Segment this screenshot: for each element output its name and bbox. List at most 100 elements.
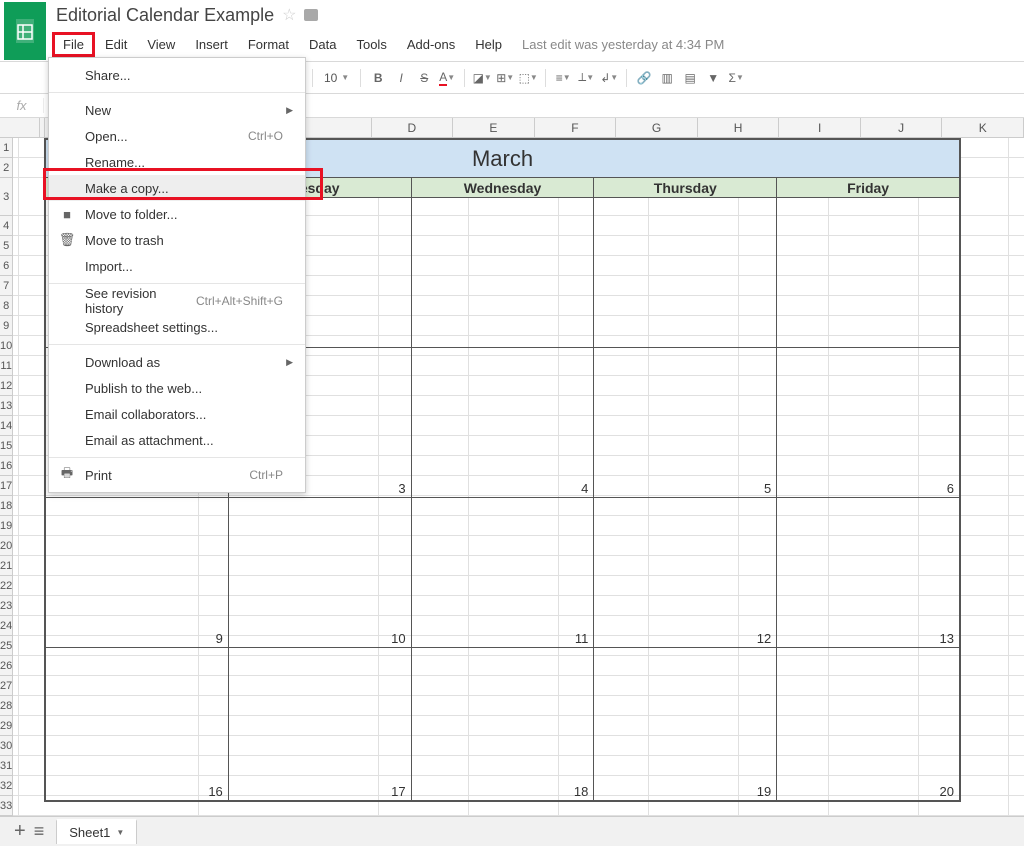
- row-header[interactable]: 32: [0, 776, 12, 796]
- row-header[interactable]: 7: [0, 276, 12, 296]
- menu-edit[interactable]: Edit: [95, 33, 137, 56]
- row-header[interactable]: 5: [0, 236, 12, 256]
- calendar-cell[interactable]: 18: [412, 648, 595, 800]
- calendar-cell[interactable]: [594, 198, 777, 347]
- calendar-cell[interactable]: 20: [777, 648, 959, 800]
- column-header[interactable]: K: [942, 118, 1024, 137]
- folder-icon[interactable]: [304, 9, 318, 21]
- row-header[interactable]: 30: [0, 736, 12, 756]
- sheet-tab[interactable]: Sheet1 ▼: [56, 819, 137, 844]
- menu-format[interactable]: Format: [238, 33, 299, 56]
- sheets-logo[interactable]: [4, 2, 46, 60]
- column-header[interactable]: G: [616, 118, 698, 137]
- row-header[interactable]: 11: [0, 356, 12, 376]
- insert-chart-button[interactable]: ▥: [657, 67, 677, 89]
- vertical-align-button[interactable]: ⟂▼: [576, 67, 596, 89]
- row-header[interactable]: 33: [0, 796, 12, 816]
- row-header[interactable]: 19: [0, 516, 12, 536]
- file-menu-item[interactable]: Email as attachment...: [49, 427, 305, 453]
- menu-addons[interactable]: Add-ons: [397, 33, 465, 56]
- font-size-dropdown[interactable]: 10▼: [320, 71, 353, 85]
- select-all-cell[interactable]: [0, 118, 40, 137]
- bold-button[interactable]: B: [368, 67, 388, 89]
- file-menu-item[interactable]: Download as▶: [49, 349, 305, 375]
- file-menu-item[interactable]: Email collaborators...: [49, 401, 305, 427]
- filter-button[interactable]: ▼: [703, 67, 723, 89]
- row-header[interactable]: 24: [0, 616, 12, 636]
- calendar-cell[interactable]: 19: [594, 648, 777, 800]
- calendar-cell[interactable]: [412, 198, 595, 347]
- column-header[interactable]: D: [372, 118, 454, 137]
- row-header[interactable]: 8: [0, 296, 12, 316]
- row-header[interactable]: 9: [0, 316, 12, 336]
- file-menu-item[interactable]: Import...: [49, 253, 305, 279]
- calendar-cell[interactable]: 6: [777, 348, 959, 497]
- row-header[interactable]: 12: [0, 376, 12, 396]
- column-header[interactable]: J: [861, 118, 943, 137]
- insert-link-button[interactable]: 🔗: [634, 67, 654, 89]
- menu-data[interactable]: Data: [299, 33, 346, 56]
- file-menu-item[interactable]: Spreadsheet settings...: [49, 314, 305, 340]
- strikethrough-button[interactable]: S: [414, 67, 434, 89]
- text-wrap-button[interactable]: ↲▼: [599, 67, 619, 89]
- row-header[interactable]: 1: [0, 138, 12, 158]
- document-title[interactable]: Editorial Calendar Example: [50, 5, 274, 26]
- row-header[interactable]: 16: [0, 456, 12, 476]
- file-menu-item[interactable]: 🖶PrintCtrl+P: [49, 462, 305, 488]
- row-header[interactable]: 23: [0, 596, 12, 616]
- row-header[interactable]: 29: [0, 716, 12, 736]
- column-header[interactable]: H: [698, 118, 780, 137]
- row-header[interactable]: 28: [0, 696, 12, 716]
- horizontal-align-button[interactable]: ≡▼: [553, 67, 573, 89]
- menu-tools[interactable]: Tools: [346, 33, 396, 56]
- row-header[interactable]: 6: [0, 256, 12, 276]
- calendar-cell[interactable]: [777, 198, 959, 347]
- row-header[interactable]: 18: [0, 496, 12, 516]
- row-header[interactable]: 3: [0, 178, 12, 216]
- row-header[interactable]: 20: [0, 536, 12, 556]
- row-header[interactable]: 27: [0, 676, 12, 696]
- row-header[interactable]: 22: [0, 576, 12, 596]
- fill-color-button[interactable]: ◪▼: [472, 67, 492, 89]
- text-color-button[interactable]: A▼: [437, 67, 457, 89]
- merge-cells-button[interactable]: ⬚▼: [518, 67, 538, 89]
- file-menu-item[interactable]: Rename...: [49, 149, 305, 175]
- menu-file[interactable]: File: [52, 32, 95, 57]
- calendar-cell[interactable]: 10: [229, 498, 412, 647]
- italic-button[interactable]: I: [391, 67, 411, 89]
- borders-button[interactable]: ⊞▼: [495, 67, 515, 89]
- file-menu-item[interactable]: ■Move to folder...: [49, 201, 305, 227]
- file-menu-item[interactable]: Share...: [49, 62, 305, 88]
- last-edit-text[interactable]: Last edit was yesterday at 4:34 PM: [522, 37, 724, 52]
- row-header[interactable]: 13: [0, 396, 12, 416]
- menu-view[interactable]: View: [137, 33, 185, 56]
- all-sheets-button[interactable]: ≡: [34, 821, 45, 842]
- file-menu-item[interactable]: 🗑Move to trash: [49, 227, 305, 253]
- column-header[interactable]: I: [779, 118, 861, 137]
- file-menu-item[interactable]: Publish to the web...: [49, 375, 305, 401]
- file-menu-item[interactable]: See revision historyCtrl+Alt+Shift+G: [49, 288, 305, 314]
- calendar-cell[interactable]: 16: [46, 648, 229, 800]
- row-header[interactable]: 26: [0, 656, 12, 676]
- row-header[interactable]: 21: [0, 556, 12, 576]
- calendar-cell[interactable]: 11: [412, 498, 595, 647]
- insert-comment-button[interactable]: ▤: [680, 67, 700, 89]
- row-header[interactable]: 25: [0, 636, 12, 656]
- calendar-cell[interactable]: 9: [46, 498, 229, 647]
- column-header[interactable]: E: [453, 118, 535, 137]
- file-menu-item[interactable]: Make a copy...: [49, 175, 305, 201]
- row-header[interactable]: 15: [0, 436, 12, 456]
- row-header[interactable]: 10: [0, 336, 12, 356]
- row-header[interactable]: 31: [0, 756, 12, 776]
- calendar-cell[interactable]: 17: [229, 648, 412, 800]
- menu-help[interactable]: Help: [465, 33, 512, 56]
- functions-button[interactable]: Σ▼: [726, 67, 746, 89]
- star-icon[interactable]: ☆: [282, 5, 296, 25]
- add-sheet-button[interactable]: +: [14, 820, 26, 843]
- row-header[interactable]: 4: [0, 216, 12, 236]
- row-header[interactable]: 14: [0, 416, 12, 436]
- row-header[interactable]: 2: [0, 158, 12, 178]
- calendar-cell[interactable]: 4: [412, 348, 595, 497]
- row-header[interactable]: 17: [0, 476, 12, 496]
- column-header[interactable]: F: [535, 118, 617, 137]
